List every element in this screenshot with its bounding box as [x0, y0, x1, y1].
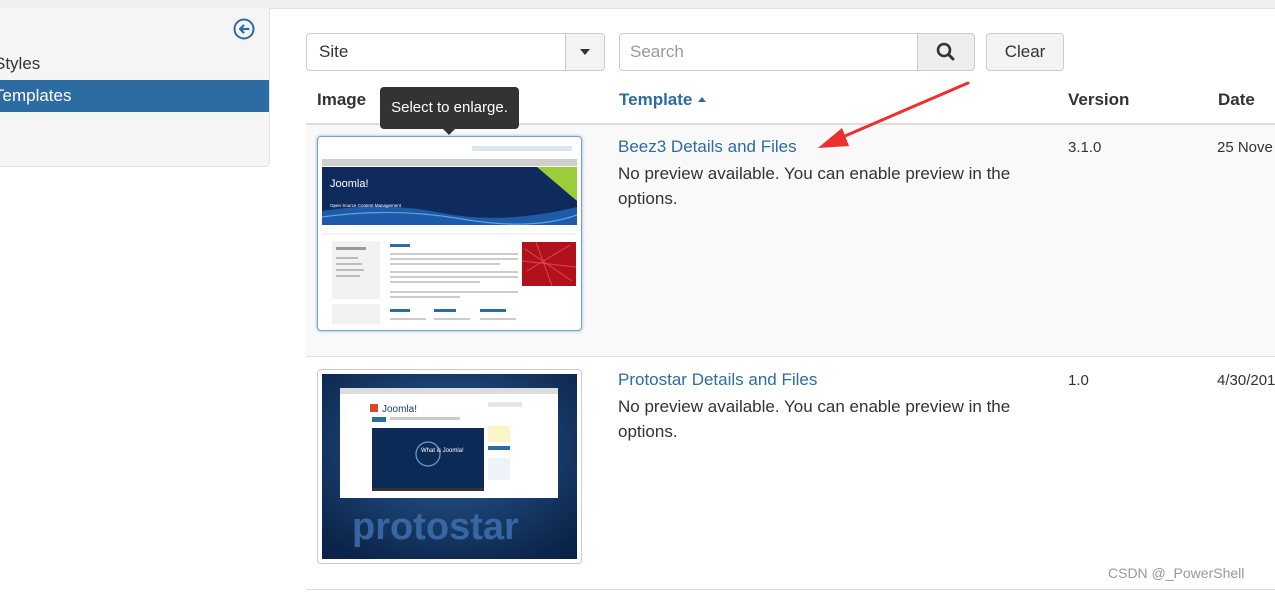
sidebar: Styles Templates: [0, 8, 270, 167]
template-thumbnail-beez3[interactable]: Joomla! Open Source Content Management: [317, 136, 582, 331]
template-link-beez3[interactable]: Beez3 Details and Files: [618, 137, 797, 157]
search-input[interactable]: [619, 33, 918, 71]
enlarge-tooltip: Select to enlarge.: [380, 87, 519, 129]
watermark: CSDN @_PowerShell: [1108, 565, 1245, 581]
client-select[interactable]: Site: [306, 33, 605, 71]
column-header-version[interactable]: Version: [1068, 90, 1129, 110]
template-version: 1.0: [1068, 372, 1089, 389]
template-description: No preview available. You can enable pre…: [618, 164, 1011, 208]
search-icon: [936, 42, 955, 61]
column-header-template-label: Template: [619, 90, 693, 109]
beez3-tagline: Open Source Content Management: [330, 203, 402, 208]
column-header-image: Image: [317, 90, 367, 109]
beez3-preview-image: Joomla! Open Source Content Management: [321, 141, 578, 326]
template-link-protostar[interactable]: Protostar Details and Files: [618, 370, 817, 390]
search-button[interactable]: [917, 33, 975, 71]
protostar-video-title: What is Joomla!: [421, 448, 464, 454]
template-date: 4/30/201: [1217, 372, 1275, 389]
caret-down-icon: [580, 49, 590, 55]
column-header-date[interactable]: Date: [1218, 90, 1255, 110]
table-row: Joomla! Open Source Content Management B…: [306, 125, 1275, 357]
protostar-brand: Joomla!: [382, 404, 417, 415]
beez3-brand: Joomla!: [330, 178, 369, 190]
protostar-word: protostar: [352, 506, 519, 548]
dropdown-toggle[interactable]: [565, 34, 604, 70]
column-header-template[interactable]: Template: [619, 90, 707, 110]
sidebar-item-styles[interactable]: Styles: [0, 48, 269, 80]
client-select-value: Site: [319, 42, 349, 61]
template-thumbnail-protostar[interactable]: Joomla! What is Joomla! protostar: [317, 369, 582, 564]
table-row: Joomla! What is Joomla! protostar Protos…: [306, 358, 1275, 590]
protostar-preview-image: Joomla! What is Joomla! protostar: [322, 374, 577, 559]
sidebar-item-templates[interactable]: Templates: [0, 80, 269, 112]
template-date: 25 Nove: [1217, 139, 1273, 156]
sort-ascending-icon: [698, 97, 707, 102]
tooltip-arrow: [443, 129, 455, 135]
template-version: 3.1.0: [1068, 139, 1102, 156]
collapse-sidebar-icon[interactable]: [233, 18, 255, 40]
clear-button[interactable]: Clear: [986, 33, 1064, 71]
template-description: No preview available. You can enable pre…: [618, 397, 1011, 441]
